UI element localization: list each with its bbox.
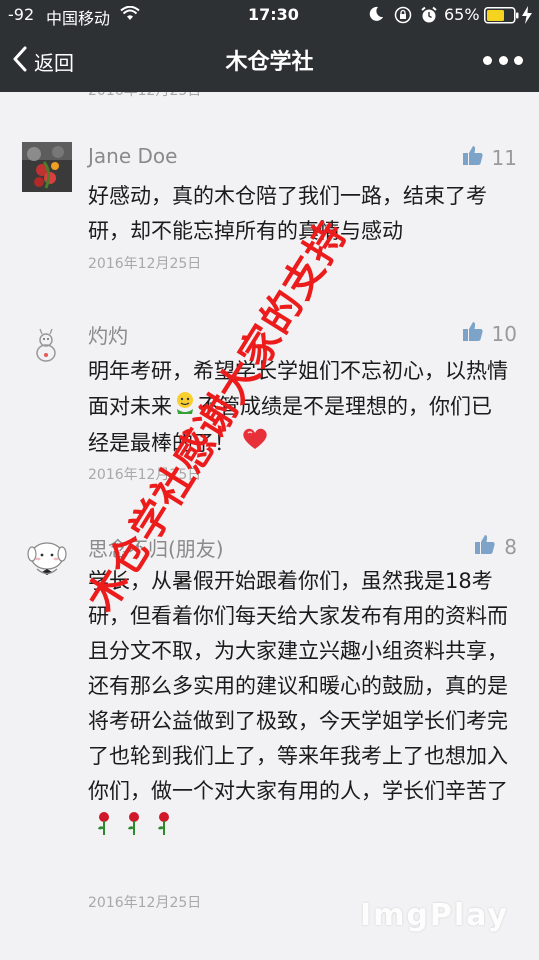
battery-percentage: 65% bbox=[444, 5, 480, 24]
avatar[interactable] bbox=[22, 318, 72, 368]
navigation-bar: 返回 木仓学社 bbox=[0, 30, 539, 92]
signal-strength: -92 bbox=[8, 5, 35, 24]
like-button[interactable]: 10 bbox=[462, 320, 517, 347]
status-time: 17:30 bbox=[248, 5, 299, 24]
like-count: 10 bbox=[491, 321, 517, 346]
battery-icon bbox=[484, 7, 520, 28]
comment-date: 2016年12月25日 bbox=[88, 895, 202, 911]
comment-list[interactable]: 2016年12月25日 Jane Doe 11 好感动，真的木仓陪了我们一路，结… bbox=[0, 92, 539, 960]
alarm-icon bbox=[420, 6, 438, 28]
like-count: 8 bbox=[504, 534, 517, 559]
avatar[interactable] bbox=[22, 532, 72, 582]
wifi-icon bbox=[120, 5, 140, 26]
imgplay-watermark: ImgPlay bbox=[360, 898, 510, 933]
like-button[interactable]: 11 bbox=[462, 144, 517, 171]
page-title: 木仓学社 bbox=[225, 50, 314, 75]
thumbs-up-icon bbox=[462, 144, 492, 171]
avatar[interactable] bbox=[22, 142, 72, 192]
status-bar: -92 中国移动 17:30 65% bbox=[0, 0, 539, 30]
comment-text: 学长，从暑假开始跟着你们，虽然我是18考研，但看着你们每天给大家发布有用的资料而… bbox=[88, 564, 508, 848]
rose-emoji-icon bbox=[92, 809, 176, 848]
more-dots-icon[interactable] bbox=[483, 50, 523, 70]
like-button[interactable]: 8 bbox=[474, 533, 517, 560]
heart-emoji-icon bbox=[241, 427, 269, 462]
commenter-name: 灼灼 bbox=[88, 324, 128, 348]
like-count: 11 bbox=[491, 145, 517, 170]
thumbs-up-icon bbox=[474, 533, 504, 560]
commenter-name: Jane Doe bbox=[88, 144, 178, 168]
comment-text: 明年考研，希望学长学姐们不忘初心，以热情面对未来 不管成绩是不是理想的，你们已经是… bbox=[88, 354, 508, 462]
comment-date: 2016年12月25日 bbox=[88, 256, 202, 272]
thumbs-up-icon bbox=[462, 320, 492, 347]
rotation-lock-icon bbox=[394, 6, 412, 28]
charging-icon bbox=[521, 6, 533, 28]
carrier-name: 中国移动 bbox=[46, 9, 111, 28]
previous-comment-date: 2016年12月25日 bbox=[88, 92, 201, 100]
moon-icon bbox=[368, 6, 384, 26]
